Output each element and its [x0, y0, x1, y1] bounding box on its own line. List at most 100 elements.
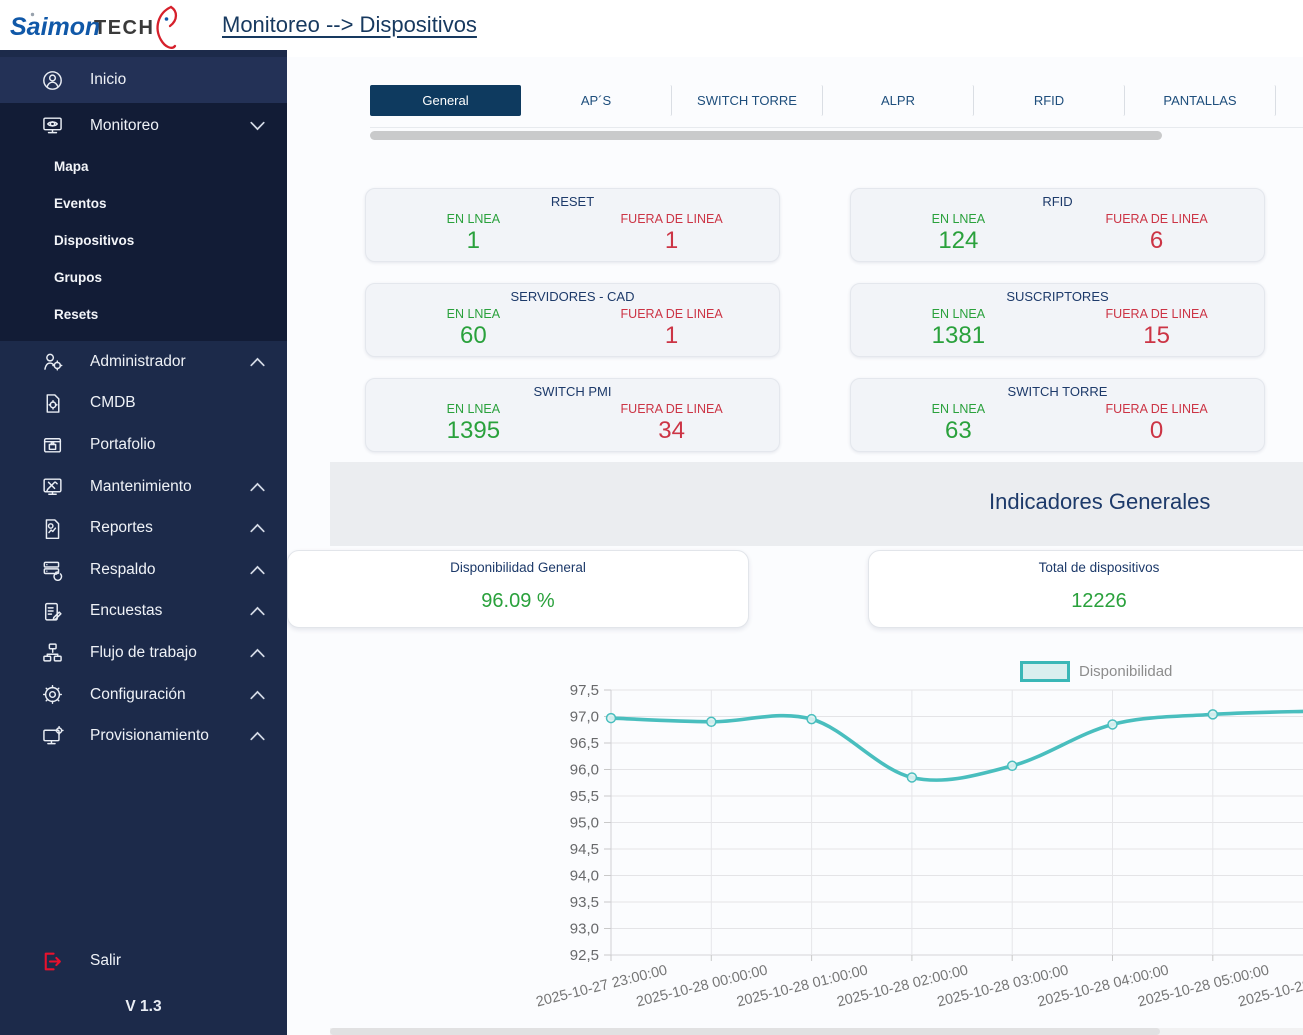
breadcrumb: Monitoreo --> Dispositivos	[222, 12, 477, 37]
chevron-up-icon	[250, 648, 265, 658]
sidebar-item-administrador[interactable]: Administrador	[0, 341, 287, 383]
sidebar-item-logout[interactable]: Salir	[0, 938, 287, 984]
data-point-marker	[1006, 760, 1018, 772]
tabs-horizontal-scrollbar[interactable]	[370, 131, 1162, 140]
offline-label: FUERA DE LINEA	[620, 307, 723, 321]
sidebar-subitem-resets[interactable]: Resets	[0, 296, 287, 333]
online-value: 1381	[931, 322, 986, 349]
reports-icon	[40, 517, 65, 540]
sidebar-item-label: Configuración	[90, 685, 186, 703]
status-card-reset: RESET EN LNEA 1 FUERA DE LINEA 1	[365, 188, 780, 262]
offline-value: 34	[658, 417, 685, 444]
tab-label: AP´S	[580, 93, 612, 108]
sidebar-item-encuestas[interactable]: Encuestas	[0, 591, 287, 633]
axis-label: 97,0	[570, 709, 599, 726]
offline-label: FUERA DE LINEA	[1105, 212, 1208, 226]
status-card-title: SWITCH TORRE	[1007, 384, 1108, 399]
data-point-marker	[1207, 709, 1219, 720]
sidebar-item-label: Respaldo	[90, 560, 156, 578]
status-card-title: RESET	[550, 194, 595, 209]
sidebar-subitem-label: Resets	[54, 307, 99, 322]
data-point-marker	[706, 716, 717, 728]
admin-icon	[40, 350, 65, 373]
tab-label: General	[422, 93, 469, 108]
sidebar-nav: Inicio Monitoreo Mapa Eventos Dispositivos Gr…	[0, 50, 287, 1035]
top-header: Saimon TECH Monitoreo --> Dispositivos	[0, 0, 1303, 57]
workflow-icon	[40, 641, 65, 664]
summary-card-title: Total de dispositivos	[1038, 560, 1160, 575]
logo-dot	[30, 12, 35, 17]
section-title: Indicadores Generales	[989, 489, 1211, 514]
sidebar-item-label: Encuestas	[90, 602, 163, 620]
sidebar-item-mantenimiento[interactable]: Mantenimiento	[0, 466, 287, 508]
sidebar-subitem-label: Dispositivos	[54, 233, 135, 248]
sidebar-item-inicio[interactable]: Inicio	[0, 57, 287, 103]
tab-label: RFID	[1033, 93, 1065, 108]
online-label: EN LNEA	[931, 307, 986, 321]
online-label: EN LNEA	[446, 307, 501, 321]
status-card-title: SUSCRIPTORES	[1006, 289, 1109, 304]
sidebar-item-label: Portafolio	[90, 435, 156, 453]
data-point-marker	[605, 712, 617, 724]
cmdb-icon	[40, 392, 65, 415]
sidebar-item-reportes[interactable]: Reportes	[0, 507, 287, 549]
sidebar-item-cmdb[interactable]: CMDB	[0, 383, 287, 425]
tab-general[interactable]: General	[370, 85, 521, 116]
sidebar-item-label: Inicio	[90, 71, 127, 88]
offline-value: 15	[1143, 322, 1170, 349]
sidebar-item-label: Flujo de trabajo	[90, 643, 197, 661]
sidebar-subitem-dispositivos[interactable]: Dispositivos	[0, 222, 287, 259]
offline-label: FUERA DE LINEA	[620, 212, 723, 226]
sidebar-item-provisionamiento[interactable]: Provisionamiento	[0, 715, 287, 757]
tab-alpr[interactable]: ALPR	[823, 85, 974, 116]
axis-label: 93,5	[570, 894, 599, 911]
indicators-band: Indicadores Generales	[330, 462, 1303, 546]
offline-value: 0	[1149, 417, 1164, 444]
sidebar-subitem-mapa[interactable]: Mapa	[0, 148, 287, 185]
sidebar-item-configuraci-n[interactable]: Configuración	[0, 674, 287, 716]
maintenance-icon	[40, 475, 65, 498]
sidebar-item-monitoreo[interactable]: Monitoreo	[0, 103, 287, 148]
axis-label: 95,5	[570, 788, 599, 805]
data-point-marker	[906, 772, 918, 783]
settings-icon	[40, 683, 65, 706]
axis-label: 96,0	[570, 762, 599, 779]
chevron-up-icon	[250, 523, 265, 533]
tab-ap-s[interactable]: AP´S	[521, 85, 672, 116]
sidebar-item-flujo-de-trabajo[interactable]: Flujo de trabajo	[0, 632, 287, 674]
chevron-up-icon	[250, 357, 265, 367]
availability-chart: 97,5 97,0 96,5 96,0 95,5 95,0 94,5 94,0 93,5 93,0…	[287, 652, 1303, 1035]
axis-label: 92,5	[570, 947, 599, 964]
online-value: 60	[460, 322, 487, 349]
online-value: 1	[466, 227, 481, 254]
tab-label: PANTALLAS	[1163, 93, 1237, 108]
surveys-icon	[40, 600, 65, 623]
sidebar-subitem-eventos[interactable]: Eventos	[0, 185, 287, 222]
summary-card-value: 96.09 %	[481, 590, 555, 612]
offline-value: 6	[1149, 227, 1164, 254]
axis-label: 97,5	[570, 682, 599, 699]
tab-switch-torre[interactable]: SWITCH TORRE	[672, 85, 823, 116]
tabs-divider	[370, 127, 1303, 128]
chevron-down-icon	[250, 121, 265, 131]
online-value: 1395	[446, 417, 501, 444]
status-card-switch-torre: SWITCH TORRE EN LNEA 63 FUERA DE LINEA 0	[850, 378, 1265, 452]
tab-rfid[interactable]: RFID	[974, 85, 1125, 116]
sidebar-item-respaldo[interactable]: Respaldo	[0, 549, 287, 591]
content-horizontal-scrollbar[interactable]	[330, 1028, 1303, 1035]
tab-label: SWITCH TORRE	[697, 93, 797, 108]
scrollbar-thumb[interactable]	[330, 1028, 1160, 1035]
online-value: 63	[945, 417, 972, 444]
tab-pantallas[interactable]: PANTALLAS	[1125, 85, 1276, 116]
axis-label: 94,0	[570, 868, 599, 885]
offline-value: 1	[664, 227, 679, 254]
status-card-servidores-cad: SERVIDORES - CAD EN LNEA 60 FUERA DE LINEA 1	[365, 283, 780, 357]
sidebar-item-portafolio[interactable]: Portafolio	[0, 424, 287, 466]
sidebar-item-label: Reportes	[90, 519, 153, 537]
logout-icon	[40, 950, 65, 973]
sidebar-subitem-grupos[interactable]: Grupos	[0, 259, 287, 296]
status-card-title: RFID	[1042, 194, 1073, 209]
logo-swoosh-icon	[156, 5, 178, 49]
online-label: EN LNEA	[446, 402, 501, 416]
chart-svg: 97,5 97,0 96,5 96,0 95,5 95,0 94,5 94,0 93,5 93,0…	[534, 682, 1303, 1010]
